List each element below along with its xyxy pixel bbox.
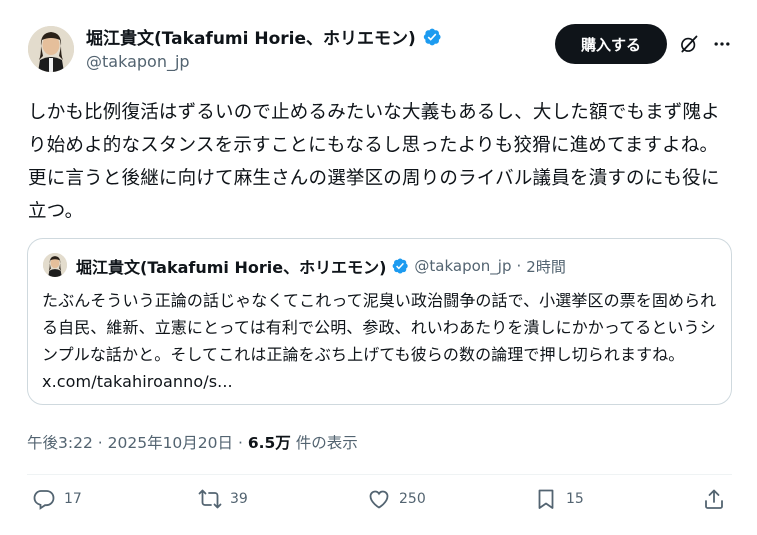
like-button[interactable]: 250 (367, 487, 426, 511)
view-count: 6.5万 (247, 434, 291, 452)
quoted-author-name: 堀江貴文(Takafumi Horie、ホリエモン) (76, 258, 387, 277)
divider (27, 474, 732, 475)
verified-badge-icon (423, 28, 441, 45)
quoted-separator: · (516, 257, 522, 275)
author-name[interactable]: 堀江貴文(Takafumi Horie、ホリエモン) (86, 24, 416, 49)
tweet-date[interactable]: 2025年10月20日 (108, 434, 233, 452)
quoted-verified-badge-icon (393, 258, 409, 274)
reply-button[interactable]: 17 (32, 487, 82, 511)
quoted-link[interactable]: x.com/takahiroanno/s... (42, 372, 233, 391)
quoted-text: たぶんそういう正論の話じゃなくてこれって泥臭い政治闘争の話で、小選挙区の票を固め… (42, 291, 717, 364)
action-bar: 17 39 250 15 (27, 487, 732, 523)
heart-icon (369, 490, 389, 509)
quoted-header: 堀江貴文(Takafumi Horie、ホリエモン) @takapon_jp ·… (76, 254, 566, 278)
grok-icon[interactable] (679, 34, 699, 54)
quoted-time: 2時間 (526, 257, 566, 276)
retweet-button[interactable]: 39 (198, 487, 248, 511)
author-name-row[interactable]: 堀江貴文(Takafumi Horie、ホリエモン) (86, 24, 442, 49)
buy-button[interactable]: 購入する (555, 24, 667, 64)
retweet-icon (198, 489, 222, 509)
bookmark-count: 15 (566, 491, 584, 507)
meta-separator: · (97, 434, 103, 452)
quoted-avatar-image (43, 253, 67, 277)
author-handle[interactable]: @takapon_jp (86, 52, 190, 71)
bookmark-button[interactable]: 15 (534, 487, 584, 511)
tweet-text: しかも比例復活はずるいので止めるみたいな大義もあるし、大した額でもまず隗より始め… (28, 102, 720, 222)
meta-separator: · (237, 434, 243, 452)
bookmark-icon (538, 489, 554, 509)
quoted-author-avatar (43, 253, 67, 277)
share-button[interactable] (702, 487, 726, 511)
tweet-time[interactable]: 午後3:22 (27, 434, 93, 452)
like-count: 250 (399, 491, 426, 507)
avatar-image (28, 26, 74, 72)
quoted-tweet[interactable]: 堀江貴文(Takafumi Horie、ホリエモン) @takapon_jp ·… (27, 238, 732, 405)
author-avatar[interactable] (28, 26, 74, 72)
reply-icon (33, 490, 55, 510)
more-icon[interactable] (712, 34, 732, 54)
view-label: 件の表示 (295, 434, 358, 452)
quoted-author-handle: @takapon_jp (414, 257, 512, 275)
tweet-meta: 午後3:22 · 2025年10月20日 · 6.5万 件の表示 (27, 431, 358, 453)
quoted-text-block: たぶんそういう正論の話じゃなくてこれって泥臭い政治闘争の話で、小選挙区の票を固め… (42, 287, 722, 395)
share-icon (705, 489, 723, 509)
reply-count: 17 (64, 491, 82, 507)
retweet-count: 39 (230, 491, 248, 507)
